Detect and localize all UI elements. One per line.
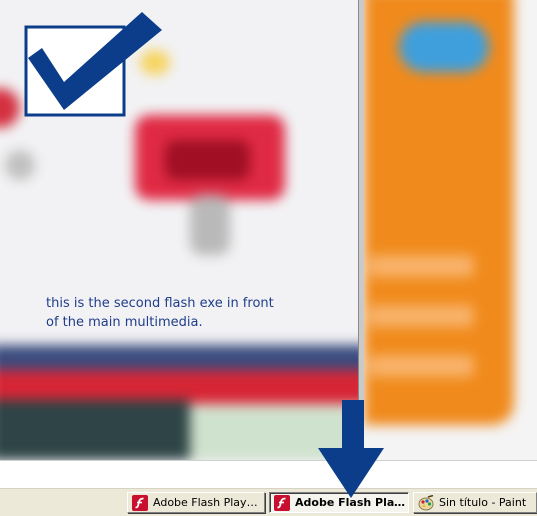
checkmark-icon	[24, 12, 162, 117]
background-band	[0, 370, 360, 404]
caption-line-2: of the main multimedia.	[46, 315, 203, 330]
taskbar-button-label: Adobe Flash Player 10	[153, 496, 264, 509]
blurred-menu-item	[369, 355, 474, 377]
flash-icon	[274, 494, 290, 511]
background-shape	[190, 195, 230, 255]
background-band	[0, 345, 360, 371]
paint-icon	[418, 494, 434, 510]
background-shape	[0, 88, 20, 128]
main-multimedia-content	[364, 0, 537, 460]
annotation-caption: this is the second flash exe in front of…	[46, 294, 346, 332]
flash-icon	[132, 494, 148, 511]
screenshot: this is the second flash exe in front of…	[0, 0, 537, 516]
background-shape	[399, 22, 489, 72]
blurred-menu-item	[369, 305, 474, 327]
background-shape	[165, 140, 250, 180]
arrow-down-icon	[318, 400, 384, 498]
blurred-menu-item	[369, 255, 474, 277]
taskbar-button-flash-player-10[interactable]: Adobe Flash Player 10	[127, 492, 265, 513]
background-band	[0, 400, 190, 460]
taskbar: Adobe Flash Player 10 Adobe Flash Playe.…	[0, 487, 537, 516]
background-shape	[5, 150, 35, 180]
desktop-strip	[0, 460, 537, 488]
taskbar-button-label: Sin título - Paint	[439, 496, 527, 509]
caption-line-1: this is the second flash exe in front	[46, 296, 274, 311]
taskbar-button-paint[interactable]: Sin título - Paint	[413, 492, 537, 513]
